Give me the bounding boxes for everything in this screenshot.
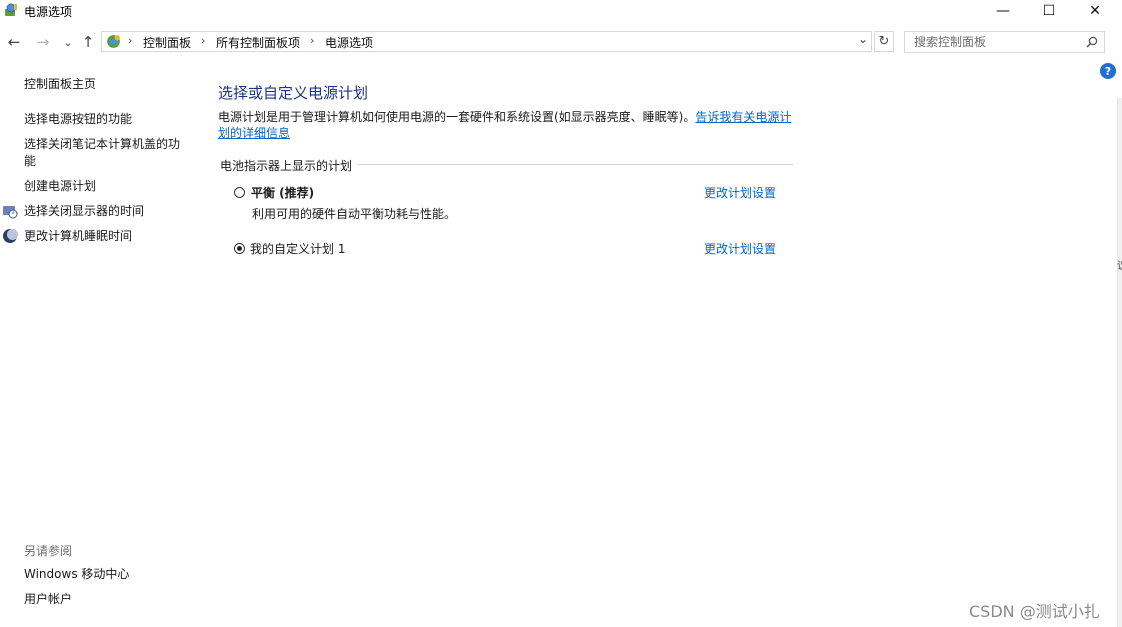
search-box[interactable] (904, 31, 1105, 53)
forward-button[interactable]: → (34, 33, 52, 51)
breadcrumb-separator: › (128, 34, 133, 47)
help-button[interactable]: ? (1100, 63, 1116, 79)
plan-balanced-radio[interactable] (234, 187, 245, 198)
breadcrumb-separator: › (310, 34, 315, 47)
see-also-user-accounts[interactable]: 用户帐户 (24, 591, 72, 608)
plan-custom-name[interactable]: 我的自定义计划 1 (250, 240, 345, 257)
recent-locations-button[interactable]: ⌄ (59, 33, 77, 51)
background-window-text: 议 (1117, 257, 1122, 272)
address-dropdown-button[interactable]: ⌄ (858, 32, 868, 46)
up-button[interactable]: ↑ (79, 33, 97, 51)
control-panel-icon (107, 35, 120, 48)
sidebar-item-lid-close[interactable]: 选择关闭笔记本计算机盖的功能 (24, 136, 186, 170)
page-description: 电源计划是用于管理计算机如何使用电源的一套硬件和系统设置(如显示器亮度、睡眠等)… (218, 109, 796, 141)
moon-icon (3, 229, 18, 243)
close-button[interactable]: ✕ (1072, 0, 1118, 22)
plan-custom-radio[interactable] (234, 243, 245, 254)
breadcrumb-power-options[interactable]: 电源选项 (325, 34, 373, 51)
minimize-button[interactable]: — (980, 0, 1026, 22)
plan-balanced-name[interactable]: 平衡 (推荐) (251, 184, 314, 201)
power-options-icon (5, 3, 17, 16)
radio-selected-dot (237, 246, 242, 251)
window-title: 电源选项 (24, 5, 73, 19)
sidebar-item-create-plan[interactable]: 创建电源计划 (24, 178, 96, 195)
search-icon[interactable] (1086, 36, 1098, 48)
watermark: CSDN @测试小扎 (969, 602, 1100, 621)
sidebar-item-display-off[interactable]: 选择关闭显示器的时间 (24, 203, 144, 220)
sidebar-home-link[interactable]: 控制面板主页 (24, 76, 96, 93)
plans-group-heading: 电池指示器上显示的计划 (220, 157, 359, 174)
breadcrumb-separator: › (201, 34, 206, 47)
sidebar-item-power-button[interactable]: 选择电源按钮的功能 (24, 111, 132, 128)
breadcrumb-control-panel[interactable]: 控制面板 (143, 34, 191, 51)
plan-balanced-change-settings-link[interactable]: 更改计划设置 (704, 184, 776, 201)
breadcrumb-all-items[interactable]: 所有控制面板项 (216, 34, 300, 51)
maximize-button[interactable]: ☐ (1026, 0, 1072, 22)
search-input[interactable] (905, 32, 1084, 52)
sidebar-item-sleep-time[interactable]: 更改计算机睡眠时间 (24, 228, 132, 245)
plan-custom-change-settings-link[interactable]: 更改计划设置 (704, 240, 776, 257)
page-title: 选择或自定义电源计划 (218, 84, 369, 102)
plan-balanced-description: 利用可用的硬件自动平衡功耗与性能。 (252, 207, 457, 221)
see-also-heading: 另请参阅 (24, 544, 73, 558)
refresh-button[interactable]: ↻ (874, 31, 894, 52)
display-clock-icon (3, 206, 18, 219)
background-window-edge (1117, 98, 1122, 627)
see-also-mobility-center[interactable]: Windows 移动中心 (24, 566, 129, 583)
back-button[interactable]: ← (5, 33, 23, 51)
description-text: 电源计划是用于管理计算机如何使用电源的一套硬件和系统设置(如显示器亮度、睡眠等)… (218, 110, 696, 124)
title-bar (0, 0, 1122, 22)
